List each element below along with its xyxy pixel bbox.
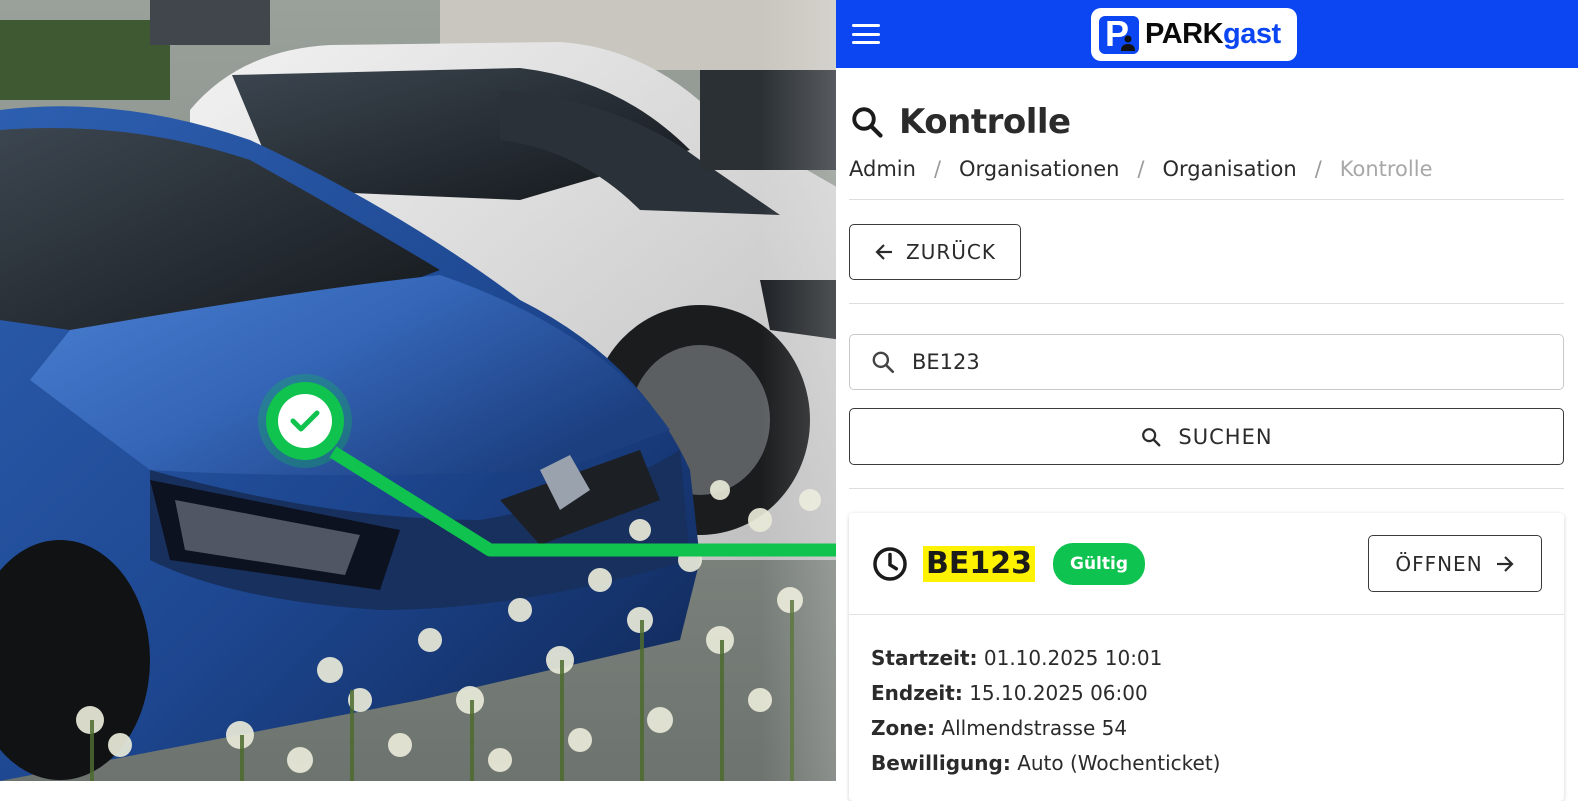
breadcrumb-organisationen[interactable]: Organisationen bbox=[959, 157, 1119, 181]
arrow-left-icon bbox=[875, 244, 893, 260]
divider bbox=[849, 303, 1564, 304]
detail-endzeit: Endzeit: 15.10.2025 06:00 bbox=[871, 681, 1148, 705]
back-button[interactable]: ZURÜCK bbox=[849, 224, 1021, 280]
result-card-header: BE123 Gültig ÖFFNEN bbox=[849, 513, 1564, 615]
arrow-right-icon bbox=[1496, 555, 1514, 572]
logo-mark-icon: P bbox=[1099, 13, 1139, 54]
result-card: BE123 Gültig ÖFFNEN Startzeit: 01.10.202… bbox=[849, 513, 1564, 801]
plate-search-input[interactable]: BE123 bbox=[849, 334, 1564, 390]
license-plate: BE123 bbox=[923, 545, 1035, 582]
breadcrumb-current: Kontrolle bbox=[1339, 157, 1433, 181]
search-icon bbox=[872, 351, 895, 374]
top-app-bar: P PARKgast bbox=[836, 0, 1578, 68]
page-title: Kontrolle bbox=[899, 102, 1071, 142]
search-button-label: SUCHEN bbox=[1178, 424, 1273, 449]
page-header: Kontrolle bbox=[849, 68, 1564, 158]
divider bbox=[849, 488, 1564, 489]
breadcrumb: Admin / Organisationen / Organisation / … bbox=[849, 154, 1564, 184]
detail-startzeit: Startzeit: 01.10.2025 10:01 bbox=[871, 646, 1163, 670]
open-button-label: ÖFFNEN bbox=[1395, 551, 1483, 576]
search-button[interactable]: SUCHEN bbox=[849, 408, 1564, 465]
clock-icon bbox=[873, 546, 907, 581]
valid-check-badge bbox=[258, 374, 352, 468]
result-details: Startzeit: 01.10.2025 10:01 Endzeit: 15.… bbox=[849, 615, 1564, 801]
check-icon bbox=[290, 410, 320, 432]
app-panel: P PARKgast Kontrolle Admin / Organisatio… bbox=[836, 0, 1578, 801]
breadcrumb-organisation[interactable]: Organisation bbox=[1163, 157, 1297, 181]
breadcrumb-separator: / bbox=[1137, 157, 1145, 181]
breadcrumb-admin[interactable]: Admin bbox=[849, 157, 916, 181]
logo-text: PARKgast bbox=[1145, 18, 1281, 50]
search-icon bbox=[852, 107, 883, 138]
breadcrumb-separator: / bbox=[933, 157, 942, 181]
breadcrumb-separator: / bbox=[1314, 157, 1322, 181]
parkgast-logo[interactable]: P PARKgast bbox=[1091, 8, 1297, 61]
connector-line bbox=[329, 446, 842, 557]
detail-bewilligung: Bewilligung: Auto (Wochenticket) bbox=[871, 751, 1221, 775]
menu-icon[interactable] bbox=[852, 22, 880, 46]
search-input-value: BE123 bbox=[912, 350, 980, 374]
divider bbox=[849, 199, 1564, 200]
detail-zone: Zone: Allmendstrasse 54 bbox=[871, 716, 1128, 740]
parking-photo bbox=[0, 0, 842, 781]
status-badge: Gültig bbox=[1052, 542, 1145, 585]
open-button[interactable]: ÖFFNEN bbox=[1368, 535, 1542, 592]
back-button-label: ZURÜCK bbox=[906, 240, 996, 264]
search-icon bbox=[1142, 427, 1161, 446]
